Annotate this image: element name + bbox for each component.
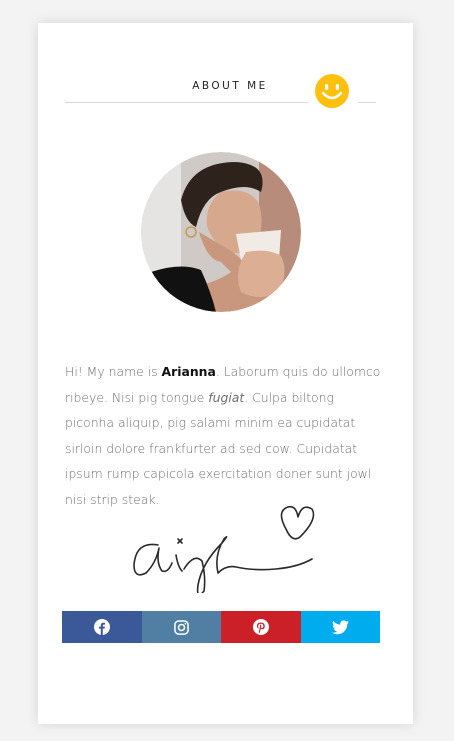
social-links-bar: [62, 611, 380, 643]
twitter-button[interactable]: [300, 611, 380, 643]
instagram-icon: [173, 619, 189, 635]
pinterest-button[interactable]: [221, 611, 301, 643]
bio-text: Hi! My name is Arianna. Laborum quis do …: [65, 359, 385, 512]
smiley-face-icon: [315, 74, 349, 108]
facebook-icon: [93, 619, 110, 635]
title-divider-right: [358, 102, 376, 103]
about-me-widget: ABOUT ME Hi! My name is Arianna. Laborum…: [38, 23, 413, 724]
title-divider-left: [65, 102, 308, 103]
bio-intro: Hi! My name is: [65, 364, 162, 379]
author-name: Arianna: [161, 364, 216, 379]
avatar: [141, 152, 301, 312]
signature-image: [133, 505, 315, 593]
facebook-button[interactable]: [62, 611, 142, 643]
twitter-icon: [331, 619, 349, 634]
pinterest-icon: [252, 619, 269, 635]
bio-part-2: . Culpa biltong piconha aliquip, pig sal…: [65, 389, 372, 507]
instagram-button[interactable]: [141, 611, 221, 643]
section-title: ABOUT ME: [192, 80, 268, 92]
bio-italic-word: fugiat: [208, 389, 245, 405]
